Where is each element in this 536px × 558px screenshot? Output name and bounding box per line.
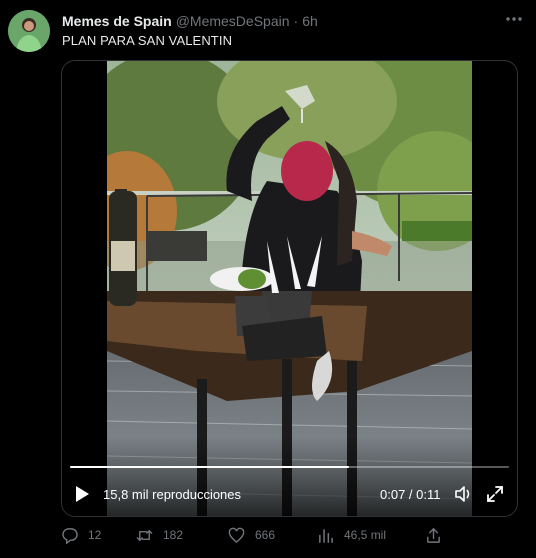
- video-player[interactable]: 15,8 mil reproducciones 0:07 / 0:11: [61, 60, 518, 517]
- analytics-count: 46,5 mil: [344, 528, 387, 542]
- progress-fill: [70, 466, 350, 468]
- author-handle[interactable]: @MemesDeSpain: [176, 13, 290, 29]
- volume-icon[interactable]: [453, 484, 473, 504]
- reply-button[interactable]: 12: [61, 524, 101, 546]
- analytics-button[interactable]: 46,5 mil: [317, 524, 386, 546]
- timestamp[interactable]: 6h: [302, 13, 318, 29]
- reply-count: 12: [88, 528, 102, 542]
- more-horizontal-icon[interactable]: [504, 9, 524, 29]
- share-button[interactable]: [425, 524, 452, 546]
- action-bar: 12 182 666 46,5 mil: [61, 524, 521, 546]
- like-button[interactable]: 666: [228, 524, 275, 546]
- reply-icon: [62, 527, 78, 544]
- play-icon[interactable]: [74, 485, 90, 503]
- separator-dot: ·: [293, 13, 299, 29]
- controls-overlay: [62, 436, 517, 516]
- tweet-header: Memes de Spain @MemesDeSpain · 6h: [62, 11, 524, 31]
- tweet-text: PLAN PARA SAN VALENTIN: [62, 33, 233, 48]
- like-count: 666: [255, 528, 276, 542]
- timecode: 0:07 / 0:11: [380, 487, 441, 502]
- avatar[interactable]: [8, 10, 50, 52]
- progress-bar[interactable]: [70, 466, 509, 468]
- view-count: 15,8 mil reproducciones: [103, 487, 242, 502]
- share-icon: [427, 527, 440, 543]
- heart-icon: [228, 527, 245, 543]
- tweet[interactable]: Memes de Spain @MemesDeSpain · 6h PLAN P…: [0, 0, 536, 558]
- analytics-icon: [319, 528, 333, 543]
- retweet-count: 182: [163, 528, 184, 542]
- retweet-icon: [136, 529, 153, 541]
- fullscreen-icon[interactable]: [485, 484, 505, 504]
- author-name[interactable]: Memes de Spain: [62, 13, 172, 29]
- retweet-button[interactable]: 182: [136, 524, 183, 546]
